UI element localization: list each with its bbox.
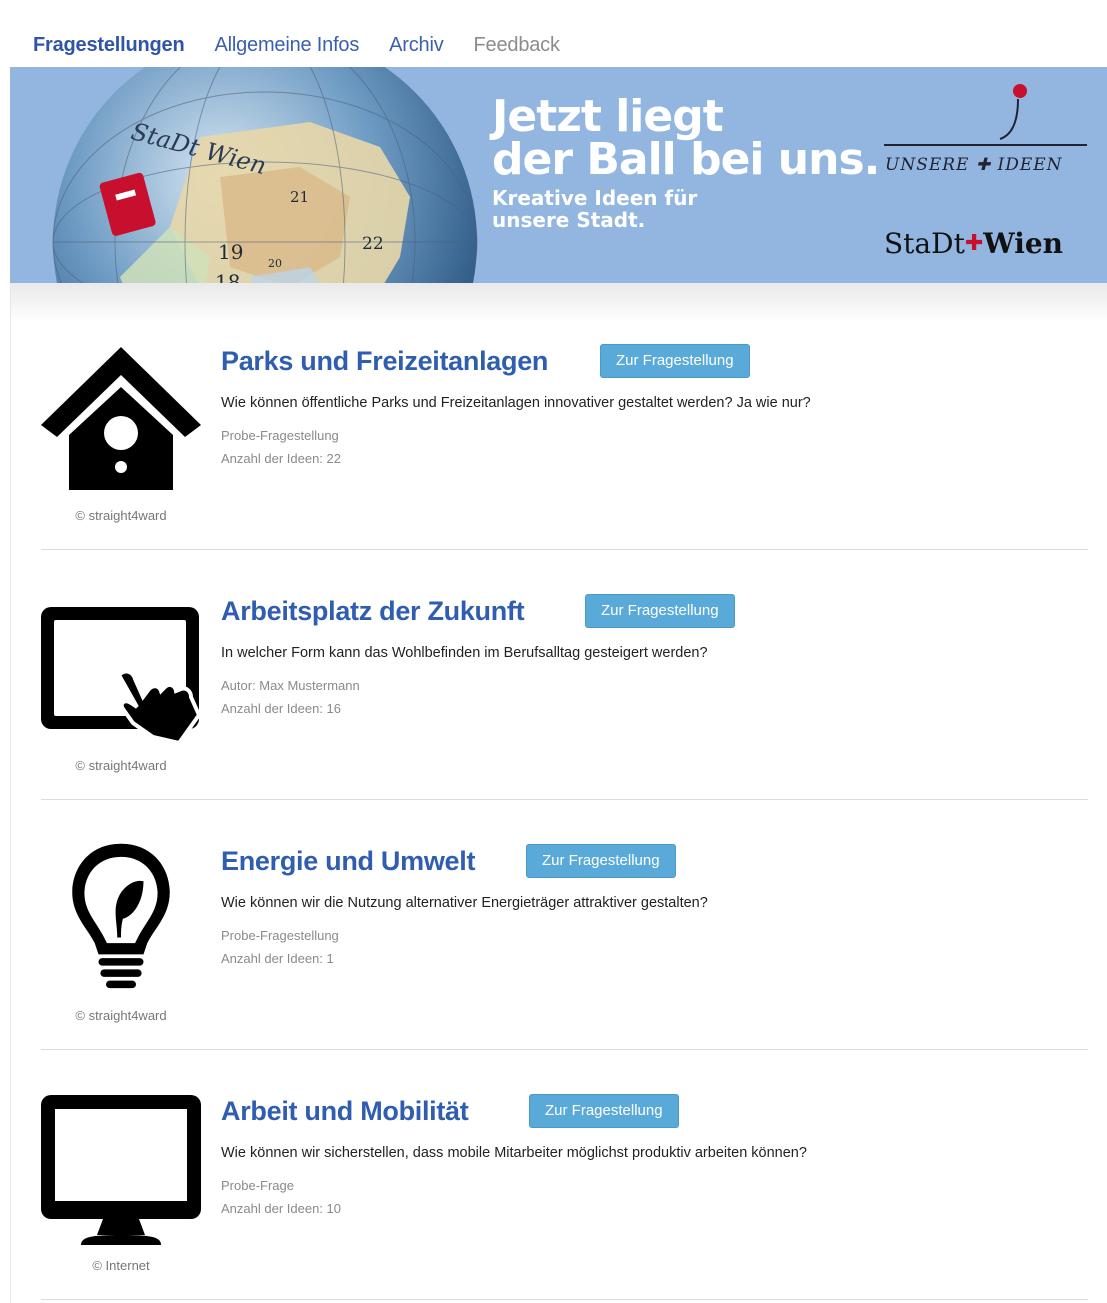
monitor-icon: [41, 1095, 201, 1245]
question-meta-count: Anzahl der Ideen: 16: [221, 701, 341, 716]
question-card: © straight4ward Parks und Freizeitanlage…: [41, 300, 1088, 550]
banner-slogan: Jetzt liegt der Ball bei uns. Kreative I…: [492, 91, 880, 232]
main-nav: Fragestellungen Allgemeine Infos Archiv …: [33, 30, 590, 60]
zur-fragestellung-button[interactable]: Zur Fragestellung: [585, 594, 735, 628]
image-copyright: © straight4ward: [75, 508, 167, 523]
question-title[interactable]: Arbeitsplatz der Zukunft: [221, 596, 525, 627]
question-meta-count: Anzahl der Ideen: 1: [221, 951, 334, 966]
slogan-line-2: der Ball bei uns.: [492, 134, 880, 185]
nav-feedback[interactable]: Feedback: [474, 30, 560, 60]
stadt-wien-logo: StaDt✚Wien: [884, 227, 1064, 260]
slogan-line-4: unsere Stadt.: [492, 208, 646, 232]
ball-icon: [884, 84, 1087, 146]
unsere-ideen-logo: UNSERE ✚ IDEEN: [882, 77, 1092, 177]
question-title[interactable]: Energie und Umwelt: [221, 846, 475, 877]
zur-fragestellung-button[interactable]: Zur Fragestellung: [529, 1094, 679, 1128]
image-copyright: © straight4ward: [75, 1008, 167, 1023]
svg-text:18: 18: [215, 270, 240, 283]
question-text: Wie können öffentliche Parks und Freizei…: [221, 395, 811, 411]
svg-text:19: 19: [218, 240, 243, 264]
nav-fragestellungen[interactable]: Fragestellungen: [33, 30, 185, 60]
question-text: Wie können wir die Nutzung alternativer …: [221, 895, 708, 911]
svg-text:20: 20: [268, 257, 282, 270]
page-left-border: [10, 282, 11, 1303]
question-card: © straight4ward Arbeitsplatz der Zukunft…: [41, 550, 1088, 800]
unsere-ideen-text: UNSERE ✚ IDEEN: [885, 155, 1063, 175]
question-card: © straight4ward Energie und Umwelt Zur F…: [41, 800, 1088, 1050]
slogan-line-3: Kreative Ideen für: [492, 186, 698, 210]
question-meta-count: Anzahl der Ideen: 10: [221, 1201, 341, 1216]
question-text: In welcher Form kann das Wohlbefinden im…: [221, 645, 708, 661]
nav-archiv[interactable]: Archiv: [389, 30, 444, 60]
question-title[interactable]: Parks und Freizeitanlagen: [221, 346, 548, 377]
question-card: © Internet Arbeit und Mobilität Zur Frag…: [41, 1050, 1088, 1300]
divider: [41, 1299, 1088, 1300]
zur-fragestellung-button[interactable]: Zur Fragestellung: [600, 344, 750, 378]
question-meta-count: Anzahl der Ideen: 22: [221, 451, 341, 466]
svg-text:21: 21: [290, 188, 309, 206]
image-copyright: © Internet: [92, 1258, 150, 1273]
zur-fragestellung-button[interactable]: Zur Fragestellung: [526, 844, 676, 878]
nav-allgemeine-infos[interactable]: Allgemeine Infos: [214, 30, 359, 60]
slogan-line-1: Jetzt liegt: [492, 91, 724, 142]
question-meta-type: Probe-Fragestellung: [221, 928, 339, 943]
lightbulb-leaf-icon: [72, 843, 170, 989]
question-meta-type: Probe-Frage: [221, 1178, 294, 1193]
question-meta-type: Probe-Fragestellung: [221, 428, 339, 443]
question-text: Wie können wir sicherstellen, dass mobil…: [221, 1145, 807, 1161]
birdhouse-icon: [41, 347, 201, 490]
question-title[interactable]: Arbeit und Mobilität: [221, 1096, 469, 1127]
svg-text:22: 22: [362, 234, 384, 254]
globe-illustration: StaDt Wien 21 22 19 20 18 17 9 12 14 16 …: [52, 67, 478, 283]
image-copyright: © straight4ward: [75, 758, 167, 773]
header-banner: StaDt Wien 21 22 19 20 18 17 9 12 14 16 …: [10, 67, 1107, 283]
question-meta-author: Autor: Max Mustermann: [221, 678, 360, 693]
wien-cross-icon: ✚: [964, 231, 984, 256]
tablet-touch-icon: [41, 607, 201, 746]
